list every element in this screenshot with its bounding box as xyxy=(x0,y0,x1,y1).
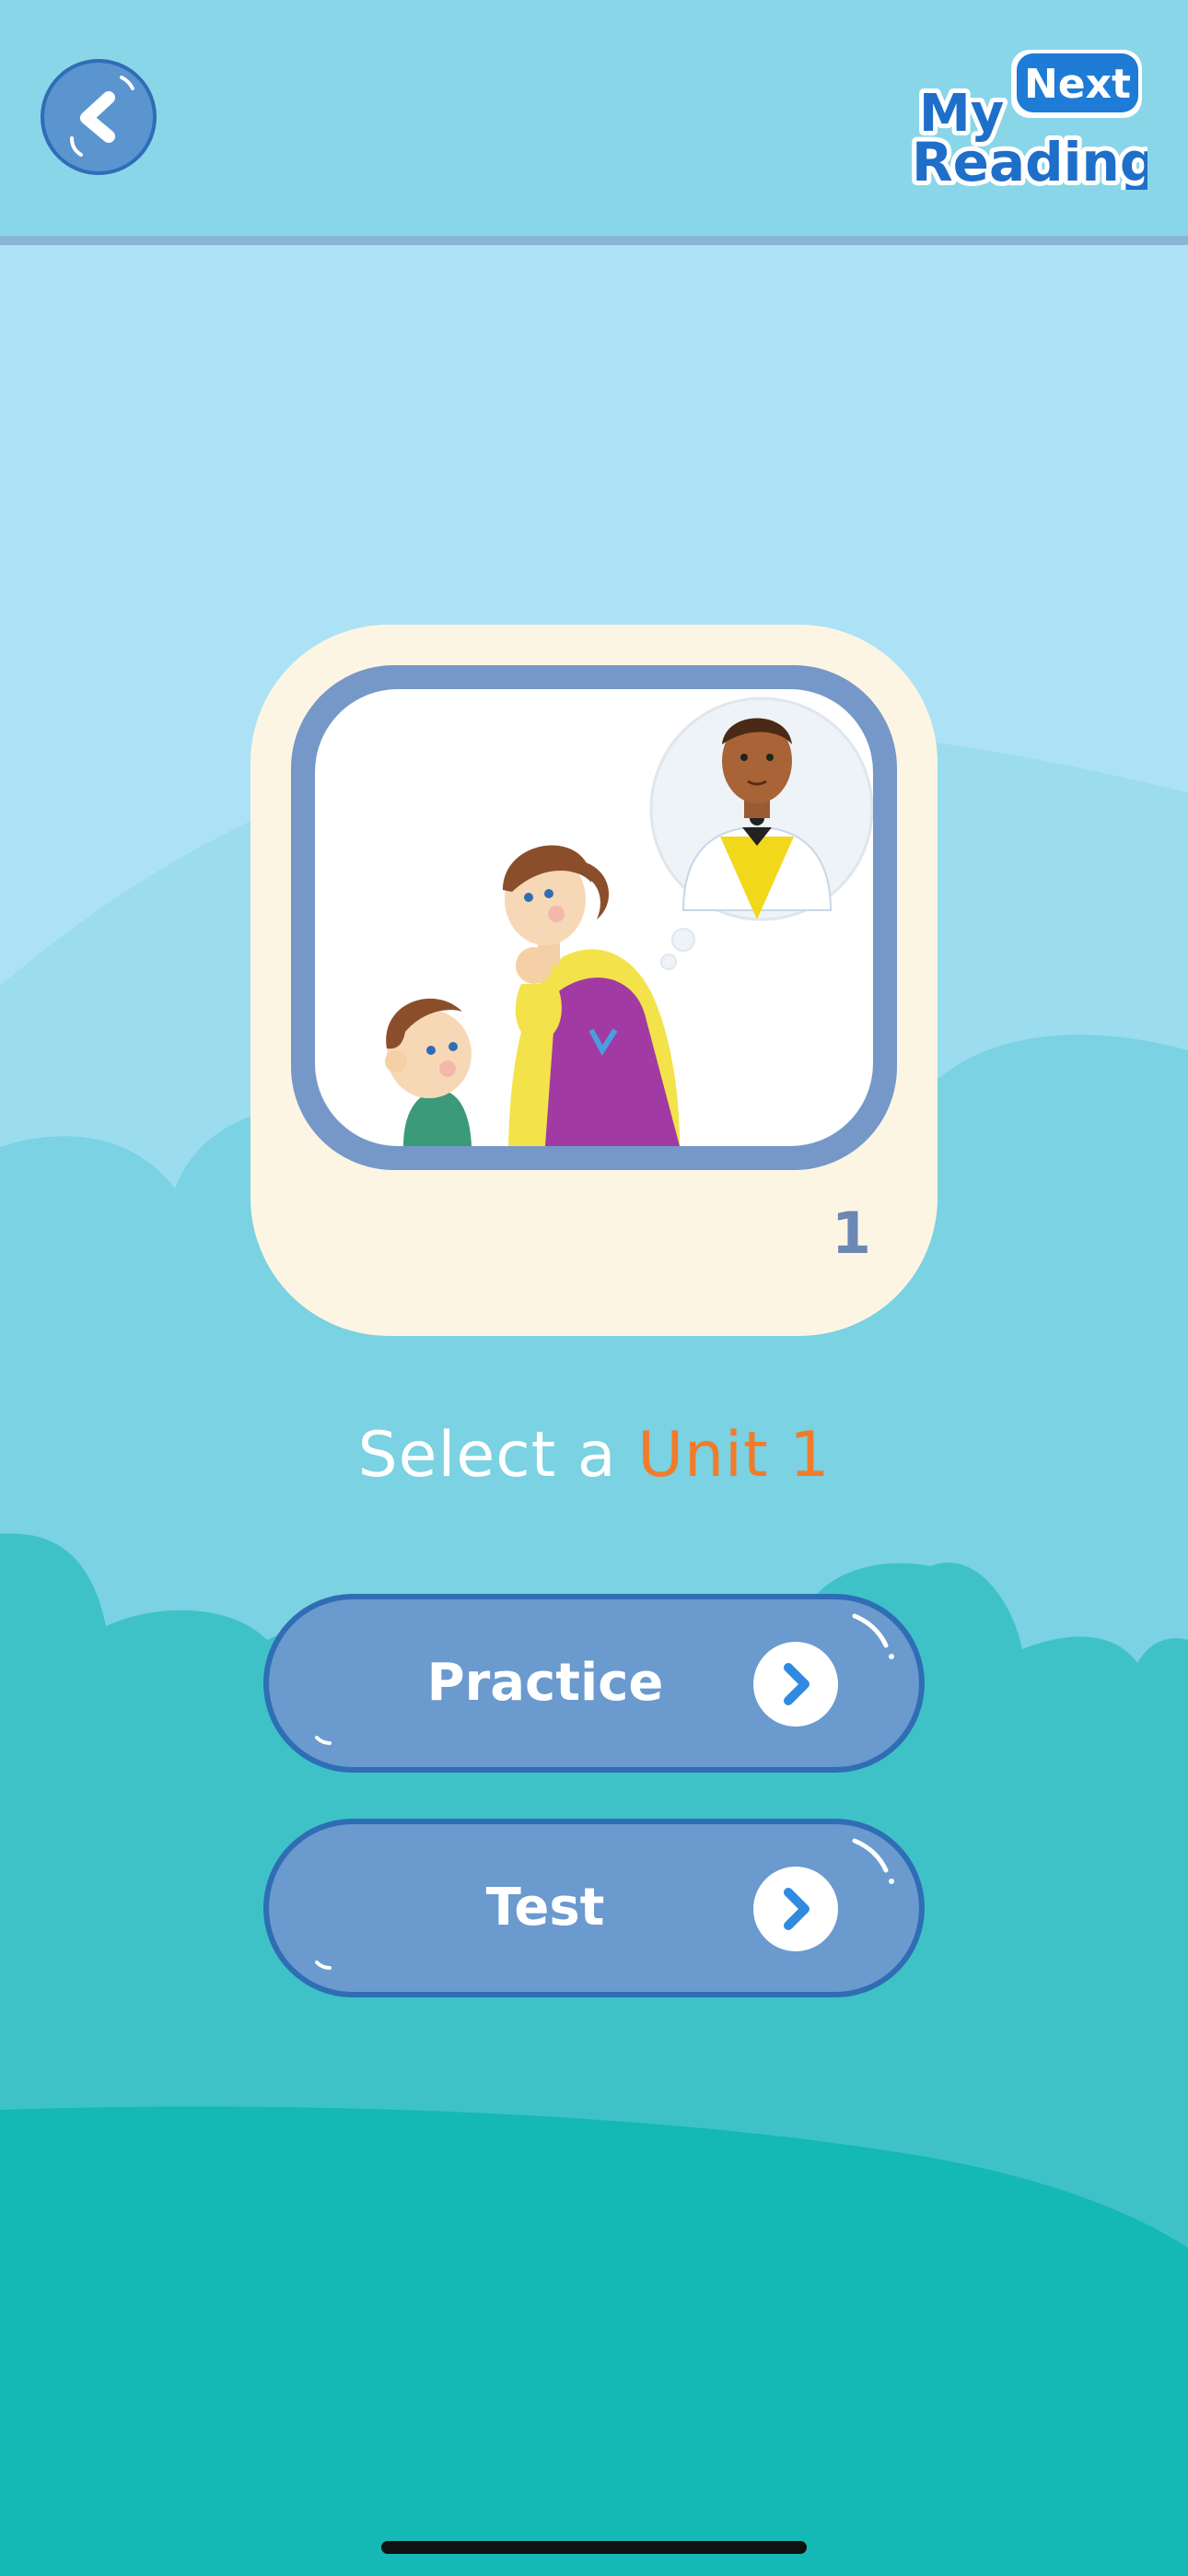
unit-illustration xyxy=(315,689,873,1146)
practice-button-label: Practice xyxy=(426,1653,664,1713)
chevron-left-icon xyxy=(70,76,134,157)
back-button[interactable] xyxy=(41,59,157,175)
title-unit: Unit 1 xyxy=(637,1419,831,1492)
chevron-right-icon xyxy=(753,1642,838,1727)
logo-word-next: Next xyxy=(1024,61,1131,108)
app-screen: Next My My Reading Reading 1 Select a Un… xyxy=(0,0,1188,2576)
header-divider xyxy=(0,236,1188,245)
card-image-frame xyxy=(291,665,897,1170)
home-indicator[interactable] xyxy=(381,2541,807,2554)
logo-word-reading: Reading xyxy=(912,131,1147,190)
app-logo: Next My My Reading Reading xyxy=(907,42,1162,198)
chevron-right-icon xyxy=(753,1867,838,1951)
unit-card[interactable]: 1 xyxy=(250,625,938,1336)
practice-button[interactable]: Practice xyxy=(263,1594,925,1773)
unit-number: 1 xyxy=(831,1200,871,1267)
page-title: Select a Unit 1 xyxy=(0,1419,1188,1492)
test-button[interactable]: Test xyxy=(263,1819,925,1997)
title-prefix: Select a xyxy=(357,1419,638,1492)
test-button-label: Test xyxy=(485,1878,605,1938)
